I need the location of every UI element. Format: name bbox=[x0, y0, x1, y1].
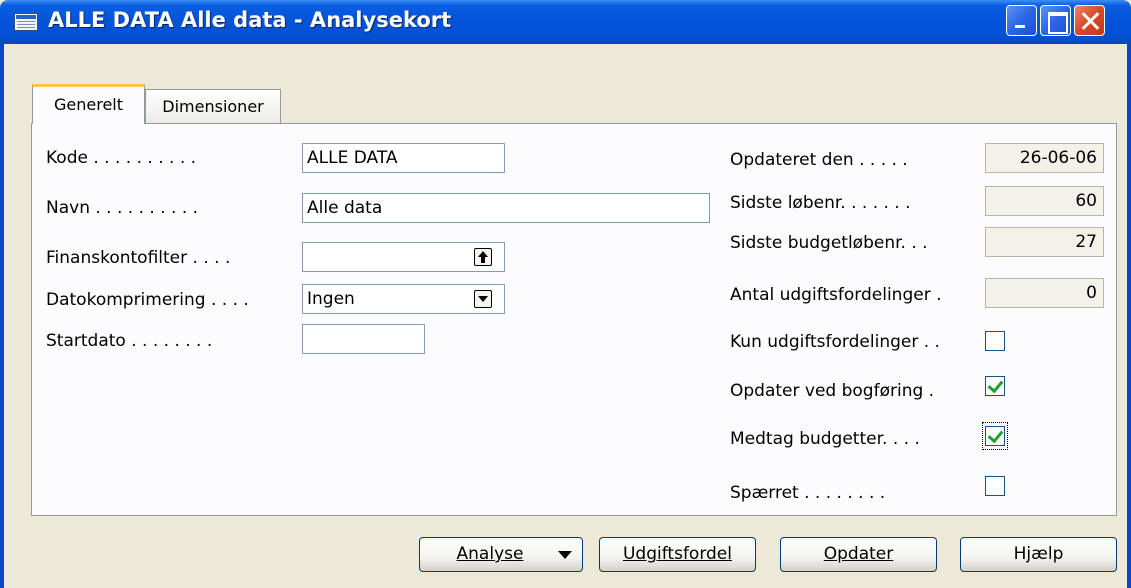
tab-generelt-label: Generelt bbox=[53, 95, 123, 114]
opdater-ved-bogforing-checkbox[interactable] bbox=[985, 376, 1005, 396]
hjaelp-button-label: Hjælp bbox=[1013, 544, 1064, 564]
dropdown-arrow-down-icon[interactable] bbox=[474, 290, 492, 308]
opdater-button[interactable]: Opdater bbox=[780, 537, 937, 572]
antal-udgiftsfordelinger-value: 0 bbox=[985, 278, 1104, 308]
close-button[interactable] bbox=[1074, 5, 1105, 36]
medtag-budgetter-checkbox[interactable] bbox=[985, 426, 1005, 446]
tab-dimensioner-label: Dimensioner bbox=[162, 97, 264, 116]
udgiftsfordel-button-label: Udgiftsfordel bbox=[622, 544, 732, 564]
startdato-field[interactable] bbox=[302, 324, 425, 354]
analyse-button[interactable]: Analyse bbox=[419, 537, 583, 572]
navn-label: Navn . . . . . . . . . . bbox=[46, 198, 199, 218]
opdater-button-label: Opdater bbox=[823, 544, 894, 564]
startdato-label: Startdato . . . . . . . . bbox=[46, 331, 213, 351]
minimize-button[interactable] bbox=[1006, 5, 1037, 36]
sidste-budgetlobenr-label: Sidste budgetløbenr. . . bbox=[730, 233, 928, 253]
spaerret-checkbox[interactable] bbox=[985, 476, 1005, 496]
window-title: ALLE DATA Alle data - Analysekort bbox=[48, 8, 452, 32]
opdater-ved-bogforing-label: Opdater ved bogføring . bbox=[730, 381, 935, 401]
window-border-left bbox=[0, 44, 4, 588]
kode-label: Kode . . . . . . . . . . bbox=[46, 148, 197, 168]
analyse-button-label: Analyse bbox=[456, 544, 524, 564]
kun-udgiftsfordelinger-checkbox[interactable] bbox=[985, 331, 1005, 351]
chevron-down-icon bbox=[558, 551, 572, 559]
hjaelp-button[interactable]: Hjælp bbox=[960, 537, 1117, 572]
tab-generelt[interactable]: Generelt bbox=[32, 84, 145, 124]
kode-field[interactable]: ALLE DATA bbox=[302, 143, 505, 173]
opdateret-den-value: 26-06-06 bbox=[985, 143, 1104, 173]
spaerret-label: Spærret . . . . . . . . bbox=[730, 483, 886, 503]
form-icon bbox=[14, 13, 38, 31]
sidste-lobenr-label: Sidste løbenr. . . . . . . bbox=[730, 193, 911, 213]
title-bar[interactable]: ALLE DATA Alle data - Analysekort bbox=[0, 0, 1131, 44]
medtag-budgetter-label: Medtag budgetter. . . . bbox=[730, 429, 920, 449]
antal-udgiftsfordelinger-label: Antal udgiftsfordelinger . bbox=[730, 285, 942, 305]
lookup-arrow-up-icon[interactable] bbox=[474, 248, 492, 266]
navn-field[interactable]: Alle data bbox=[302, 193, 710, 223]
window-border-right bbox=[1127, 44, 1131, 588]
sidste-lobenr-value: 60 bbox=[985, 186, 1104, 216]
maximize-button[interactable] bbox=[1040, 5, 1071, 36]
opdateret-den-label: Opdateret den . . . . . bbox=[730, 150, 908, 170]
datokomprimering-label: Datokomprimering . . . . bbox=[46, 290, 249, 310]
tab-panel-generelt bbox=[31, 123, 1117, 516]
finanskontofilter-label: Finanskontofilter . . . . bbox=[46, 248, 231, 268]
sidste-budgetlobenr-value: 27 bbox=[985, 227, 1104, 257]
tab-dimensioner[interactable]: Dimensioner bbox=[145, 89, 281, 123]
kun-udgiftsfordelinger-label: Kun udgiftsfordelinger . . bbox=[730, 332, 940, 352]
udgiftsfordel-button[interactable]: Udgiftsfordel bbox=[599, 537, 756, 572]
